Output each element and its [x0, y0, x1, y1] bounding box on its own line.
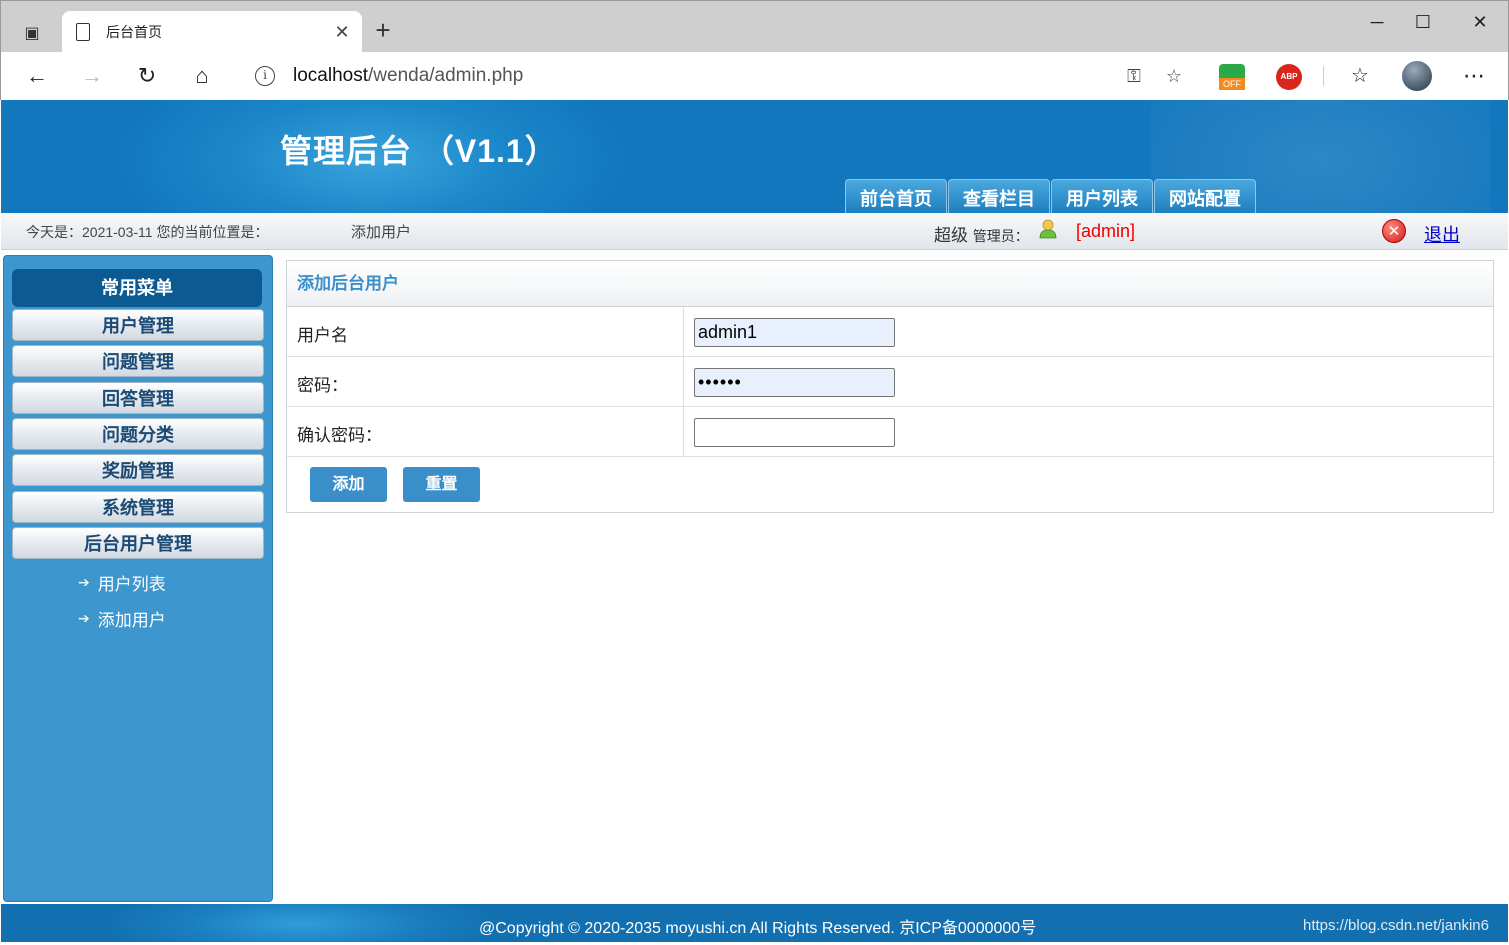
home-icon[interactable]: ⌂	[186, 60, 218, 92]
status-bar: 今天是：2021-03-11 您的当前位置是： 添加用户 超级 管理员： [ad…	[1, 213, 1508, 250]
address-bar[interactable]: i localhost/wenda/admin.php ⚿ ☆	[237, 58, 1199, 94]
site-footer: @Copyright © 2020-2035 moyushi.cn All Ri…	[1, 904, 1508, 942]
site-title: 管理后台 （V1.1）	[280, 133, 558, 169]
sidebar-item-system-management[interactable]: 系统管理	[12, 491, 264, 523]
form-row-password: 密码：	[287, 357, 1493, 407]
key-icon[interactable]: ⚿	[1119, 66, 1149, 87]
sidebar-subitem-add-user[interactable]: ➔ 添加用户	[78, 606, 166, 630]
add-admin-user-panel: 添加后台用户 用户名 密码： 确认密码： 添加 重置	[286, 260, 1494, 513]
maximize-icon[interactable]: ☐	[1403, 7, 1443, 37]
add-button[interactable]: 添加	[310, 467, 387, 502]
nav-frontend-home[interactable]: 前台首页	[845, 179, 947, 213]
top-nav: 前台首页 查看栏目 用户列表 网站配置	[845, 179, 1257, 213]
sidebar-heading: 常用菜单	[12, 269, 262, 307]
column-divider	[683, 307, 684, 357]
panel-title: 添加后台用户	[287, 261, 1493, 307]
watermark-text: https://blog.csdn.net/jankin6	[1303, 917, 1489, 934]
minimize-icon[interactable]: ─	[1357, 7, 1397, 37]
current-location: 添加用户	[351, 224, 412, 241]
new-tab-icon[interactable]: +	[370, 15, 396, 45]
site-header: 管理后台 （V1.1） 前台首页 查看栏目 用户列表 网站配置	[1, 100, 1508, 213]
username-label: 用户名	[297, 326, 348, 345]
arrow-right-icon: ➔	[78, 573, 90, 590]
tab-close-icon[interactable]: ✕	[328, 22, 356, 43]
back-icon[interactable]: ←	[21, 60, 53, 92]
reset-button[interactable]: 重置	[403, 467, 480, 502]
admin-role: 超级 管理员：	[934, 226, 1029, 245]
sidebar-subitem-user-list[interactable]: ➔ 用户列表	[78, 570, 166, 594]
tab-title: 后台首页	[106, 24, 162, 40]
admin-username: [admin]	[1076, 221, 1136, 241]
nav-user-list[interactable]: 用户列表	[1051, 179, 1153, 213]
sidebar-subitem-label: 添加用户	[97, 610, 166, 630]
user-icon	[1039, 219, 1057, 239]
nav-view-columns[interactable]: 查看栏目	[948, 179, 1050, 213]
window-close-icon[interactable]: ✕	[1460, 7, 1500, 37]
sidebar-item-question-category[interactable]: 问题分类	[12, 418, 264, 450]
browser-tab[interactable]: 后台首页 ✕	[62, 11, 362, 53]
sidebar: 常用菜单 用户管理 问题管理 回答管理 问题分类 奖励管理 系统管理 后台用户管…	[3, 255, 273, 902]
logout-link[interactable]: 退出	[1424, 221, 1460, 247]
url-text[interactable]: localhost/wenda/admin.php	[293, 65, 1119, 87]
copyright-text: @Copyright © 2020-2035 moyushi.cn All Ri…	[479, 920, 1037, 937]
sidebar-item-admin-user-management[interactable]: 后台用户管理	[12, 527, 264, 559]
form-actions: 添加 重置	[287, 457, 1493, 512]
column-divider	[683, 407, 684, 457]
logout-icon[interactable]: ✕	[1382, 219, 1406, 243]
toolbar-divider	[1323, 66, 1324, 86]
forward-icon[interactable]: →	[76, 60, 108, 92]
add-favorite-icon[interactable]: ☆	[1159, 66, 1189, 87]
sidebar-subitem-label: 用户列表	[97, 574, 166, 594]
profile-avatar[interactable]	[1402, 61, 1432, 91]
username-input[interactable]	[694, 318, 895, 347]
refresh-icon[interactable]: ↻	[131, 60, 163, 92]
sidebar-item-answer-management[interactable]: 回答管理	[12, 382, 264, 414]
browser-titlebar: ▣ 后台首页 ✕ + ─ ☐ ✕	[0, 0, 1509, 53]
browser-toolbar: ← → ↻ ⌂ i localhost/wenda/admin.php ⚿ ☆ …	[0, 52, 1509, 100]
extension-off-icon[interactable]: OFF	[1219, 64, 1245, 90]
form-row-confirm-password: 确认密码：	[287, 407, 1493, 457]
column-divider	[683, 357, 684, 407]
confirm-password-input[interactable]	[694, 418, 895, 447]
form-row-username: 用户名	[287, 307, 1493, 357]
password-label: 密码：	[297, 376, 348, 395]
favorites-icon[interactable]: ☆	[1344, 60, 1376, 92]
tab-actions-icon[interactable]: ▣	[17, 18, 47, 48]
adblock-icon[interactable]: ABP	[1276, 64, 1302, 90]
document-icon	[76, 23, 90, 41]
sidebar-item-user-management[interactable]: 用户管理	[12, 309, 264, 341]
sidebar-item-question-management[interactable]: 问题管理	[12, 345, 264, 377]
more-icon[interactable]: ⋯	[1458, 60, 1490, 92]
confirm-password-label: 确认密码：	[297, 426, 382, 445]
site-info-icon[interactable]: i	[255, 66, 275, 86]
password-input[interactable]	[694, 368, 895, 397]
arrow-right-icon: ➔	[78, 609, 90, 626]
date-text: 今天是：2021-03-11 您的当前位置是：	[26, 224, 269, 240]
nav-site-config[interactable]: 网站配置	[1154, 179, 1256, 213]
sidebar-item-reward-management[interactable]: 奖励管理	[12, 454, 264, 486]
